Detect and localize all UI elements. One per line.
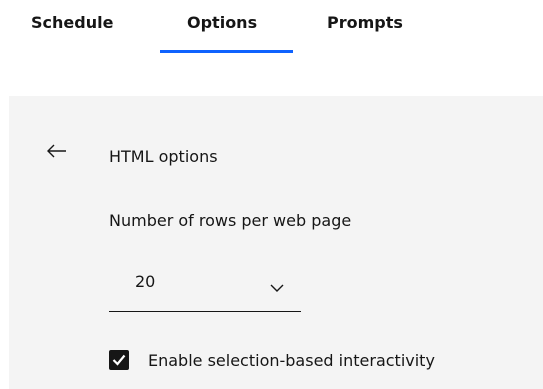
chevron-down-icon: [270, 278, 284, 292]
tab-schedule[interactable]: Schedule: [31, 12, 113, 52]
tab-options-label: Options: [187, 13, 258, 32]
options-panel: [9, 96, 543, 389]
section-title: HTML options: [109, 147, 218, 166]
interactivity-checkbox[interactable]: [109, 350, 129, 370]
interactivity-checkbox-label[interactable]: Enable selection-based interactivity: [148, 350, 435, 372]
tab-bar: Schedule Options Prompts: [0, 0, 543, 56]
tab-prompts[interactable]: Prompts: [327, 12, 403, 52]
rows-per-page-select[interactable]: 20: [109, 256, 301, 312]
arrow-left-icon[interactable]: [46, 143, 68, 159]
tab-prompts-label: Prompts: [327, 13, 403, 32]
tab-options[interactable]: Options: [187, 12, 257, 52]
selected-tab-indicator: [160, 50, 293, 53]
rows-per-page-label: Number of rows per web page: [109, 211, 352, 230]
tab-schedule-label: Schedule: [31, 13, 114, 32]
rows-per-page-value: 20: [135, 272, 156, 291]
